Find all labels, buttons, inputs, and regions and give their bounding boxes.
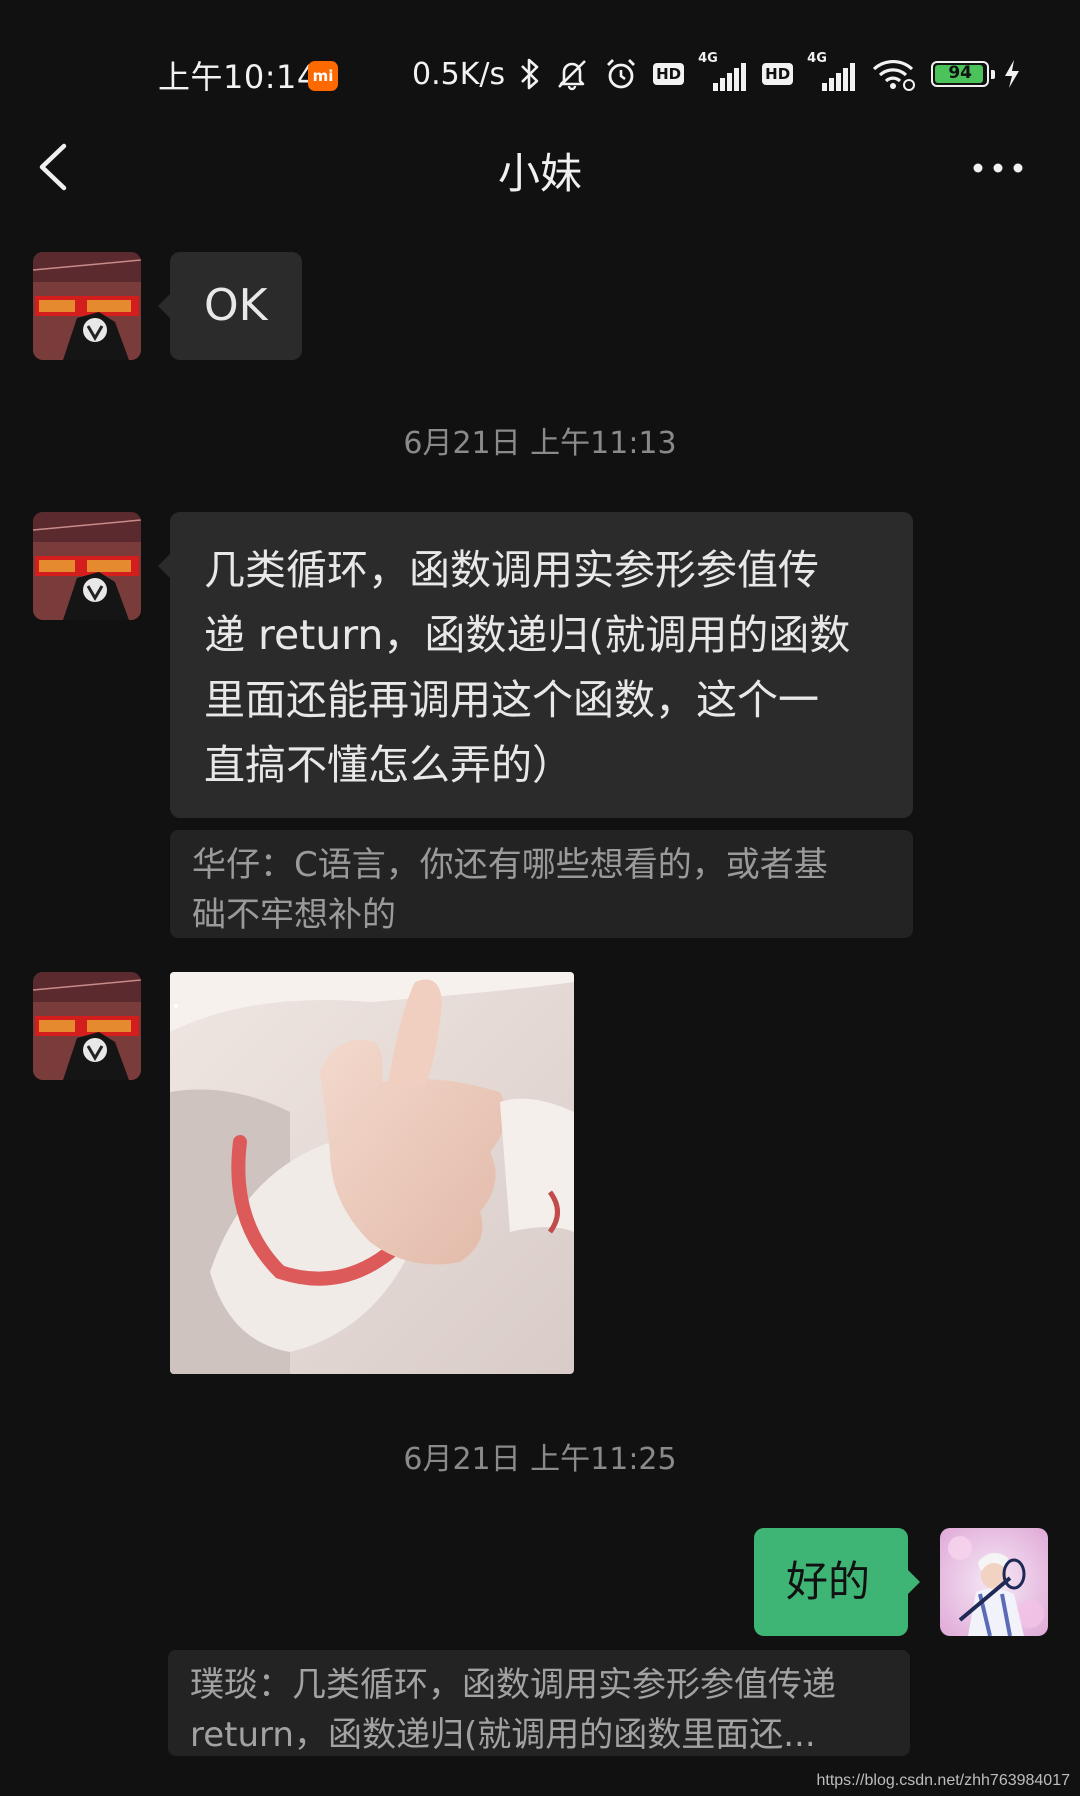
image-message[interactable] [170,972,574,1374]
more-dots-icon [973,163,1023,173]
bluetooth-icon [519,57,541,91]
mute-bell-icon [555,57,589,91]
avatar-contact[interactable] [33,252,141,360]
battery-icon: 94 [931,61,996,87]
watermark: https://blog.csdn.net/zhh763984017 [816,1772,1070,1789]
timestamp: 6月21日 上午11:25 [403,1442,677,1477]
message-text: 几类循环，函数调用实参形参值传 递 return，函数递归(就调用的函数 里面还… [204,546,851,789]
message-bubble[interactable]: OK [158,252,302,360]
quoted-message[interactable]: 华仔：C语言，你还有哪些想看的，或者基 础不牢想补的 [170,830,913,938]
signal-4g-icon: 4G [807,51,857,91]
status-bar: 上午10:14 mi 0.5K/s HD 4G HD 4G 94 [0,0,1080,150]
battery-level: 94 [948,63,972,83]
message-bubble[interactable]: 几类循环，函数调用实参形参值传 递 return，函数递归(就调用的函数 里面还… [158,512,913,818]
avatar-contact[interactable] [33,972,141,1080]
chat-title: 小妹 [497,149,582,198]
mi-notification-icon: mi [308,61,338,91]
message-text: OK [204,280,268,331]
quoted-message[interactable]: 璞琰：几类循环，函数调用实参形参值传递 return，函数递归(就调用的函数里面… [168,1650,910,1756]
status-icons: 0.5K/s HD 4G HD 4G 94 [412,51,1021,96]
thumbs-up-sticker [170,972,574,1374]
charging-icon [1003,59,1021,89]
signal-4g-icon: 4G [698,51,748,91]
timestamp: 6月21日 上午11:13 [403,426,677,461]
wifi-icon [871,57,917,91]
hd-icon: HD [762,63,794,85]
status-time: 上午10:14 [158,58,318,96]
message-bubble-sent[interactable]: 好的 [754,1528,920,1636]
more-button[interactable] [968,150,1028,186]
avatar-contact[interactable] [33,512,141,620]
hd-icon: HD [653,63,685,85]
message-text: 好的 [786,1557,871,1606]
alarm-icon [603,56,639,92]
network-speed: 0.5K/s [412,56,506,92]
avatar-self[interactable] [940,1528,1048,1636]
